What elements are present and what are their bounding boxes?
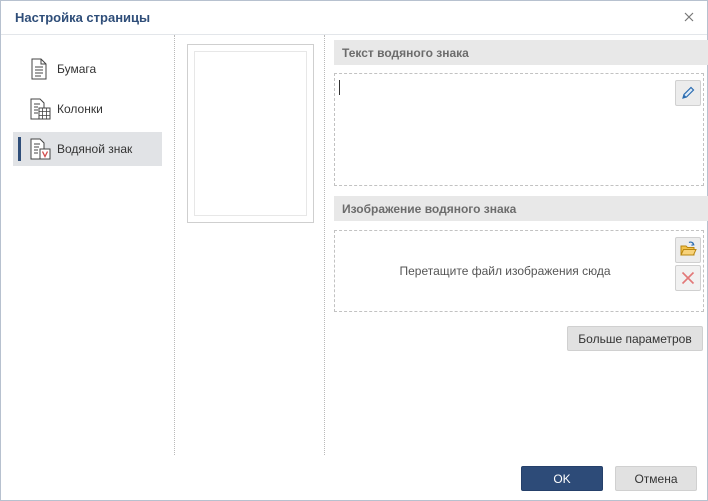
preview-divider: [324, 35, 325, 455]
nav-item-paper[interactable]: Бумага: [13, 52, 162, 86]
close-icon[interactable]: [681, 9, 697, 25]
pencil-icon: [682, 86, 695, 99]
image-drop-zone[interactable]: Перетащите файл изображения сюда: [334, 230, 704, 312]
text-caret: [339, 80, 340, 95]
cancel-button[interactable]: Отмена: [615, 466, 697, 491]
columns-icon: [29, 98, 51, 120]
ok-button[interactable]: OK: [521, 466, 603, 491]
watermark-text-input[interactable]: [334, 73, 704, 186]
watermark-text-header: Текст водяного знака: [334, 40, 708, 65]
nav-label-watermark: Водяной знак: [57, 142, 133, 156]
folder-open-icon: [680, 241, 697, 256]
dialog-title: Настройка страницы: [15, 10, 151, 25]
delete-icon: [681, 271, 695, 285]
settings-nav: Бумага Колонки Водяной знак: [13, 52, 162, 172]
page-setup-dialog: Настройка страницы Бумага Колонки Водяно…: [0, 0, 708, 501]
watermark-text-header-label: Текст водяного знака: [342, 46, 469, 60]
edit-text-button[interactable]: [675, 80, 701, 106]
watermark-icon: [29, 138, 51, 160]
nav-item-columns[interactable]: Колонки: [13, 92, 162, 126]
dialog-titlebar: Настройка страницы: [1, 1, 707, 35]
watermark-image-header-label: Изображение водяного знака: [342, 202, 517, 216]
nav-label-paper: Бумага: [57, 62, 97, 76]
paper-icon: [29, 58, 49, 80]
nav-item-watermark[interactable]: Водяной знак: [13, 132, 162, 166]
nav-divider: [174, 35, 175, 455]
watermark-image-header: Изображение водяного знака: [334, 196, 708, 221]
open-image-button[interactable]: [675, 237, 701, 263]
drop-zone-hint: Перетащите файл изображения сюда: [399, 264, 611, 278]
more-params-button[interactable]: Больше параметров: [567, 326, 703, 351]
delete-image-button[interactable]: [675, 265, 701, 291]
nav-label-columns: Колонки: [57, 102, 103, 116]
page-preview: [187, 44, 314, 223]
page-preview-margins: [194, 51, 307, 216]
